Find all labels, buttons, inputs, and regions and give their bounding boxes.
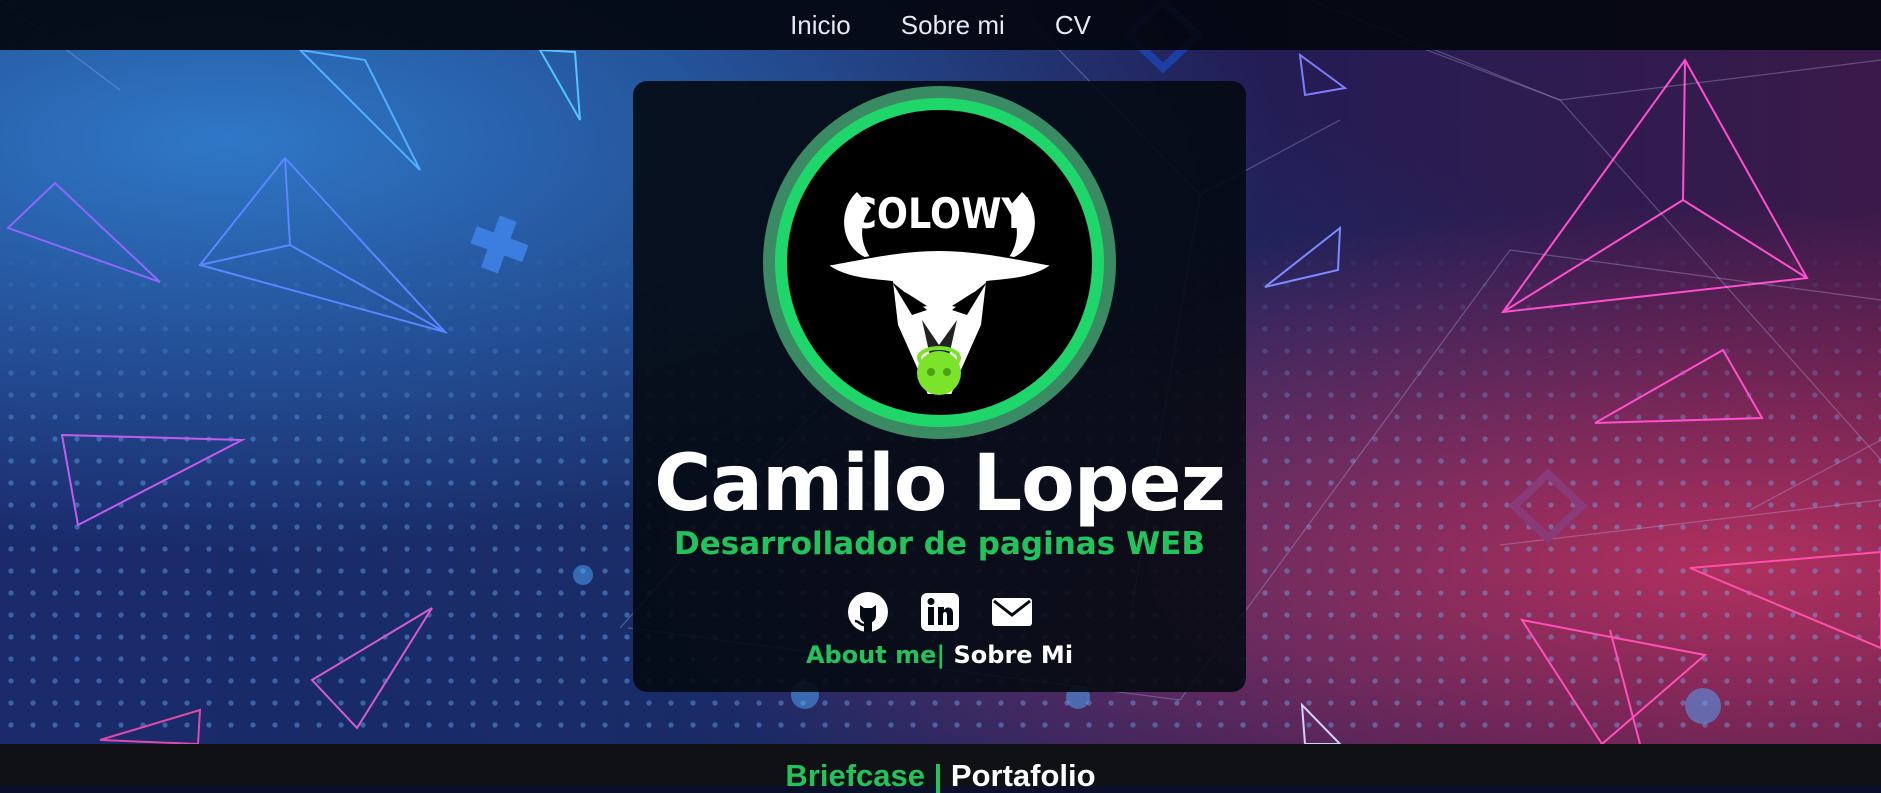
- deco-diamond: [1508, 468, 1588, 544]
- nav-link-inicio[interactable]: Inicio: [790, 12, 851, 38]
- bull-logo: COLOWY: [787, 110, 1092, 415]
- portfolio-title-en: Briefcase |: [785, 758, 951, 793]
- portfolio-title-es: Portafolio: [950, 758, 1096, 793]
- deco-triangle: [1519, 618, 1708, 746]
- github-icon[interactable]: [847, 591, 889, 633]
- social-links: [633, 591, 1246, 635]
- profile-card: COLOWY Camilo Lopez Desarrollador de pag…: [633, 81, 1246, 692]
- about-label-en: About me|: [805, 641, 946, 669]
- deco-triangle: [6, 181, 161, 283]
- deco-triangle: [310, 607, 433, 730]
- deco-plus: [470, 215, 529, 274]
- deco-triangle: [1300, 702, 1343, 745]
- deco-triangle: [538, 48, 581, 121]
- nav-link-sobre-mi[interactable]: Sobre mi: [901, 12, 1005, 38]
- profile-logo: COLOWY: [763, 86, 1116, 439]
- deco-triangle: [1500, 58, 1809, 314]
- deco-triangle: [1689, 550, 1881, 650]
- logo-text: COLOWY: [850, 189, 1029, 238]
- profile-subtitle: Desarrollador de paginas WEB: [674, 526, 1205, 562]
- profile-name: Camilo Lopez: [654, 439, 1226, 529]
- email-icon[interactable]: [991, 591, 1033, 633]
- deco-triangle: [1594, 348, 1764, 424]
- bull-icon: COLOWY: [824, 189, 1055, 396]
- nav-link-cv[interactable]: CV: [1055, 12, 1091, 38]
- deco-triangle: [99, 708, 202, 746]
- deco-triangle: [198, 156, 449, 334]
- about-label-es: Sobre Mi: [945, 641, 1074, 669]
- deco-triangle: [60, 433, 246, 527]
- deco-triangle: [1264, 225, 1342, 288]
- top-navigation: Inicio Sobre mi CV: [0, 0, 1881, 50]
- linkedin-icon[interactable]: [919, 591, 961, 633]
- deco-triangle: [1298, 52, 1348, 97]
- about-link[interactable]: About me| Sobre Mi: [633, 643, 1246, 667]
- deco-triangle: [297, 48, 421, 171]
- portfolio-section-title: Briefcase | Portafolio: [0, 760, 1881, 791]
